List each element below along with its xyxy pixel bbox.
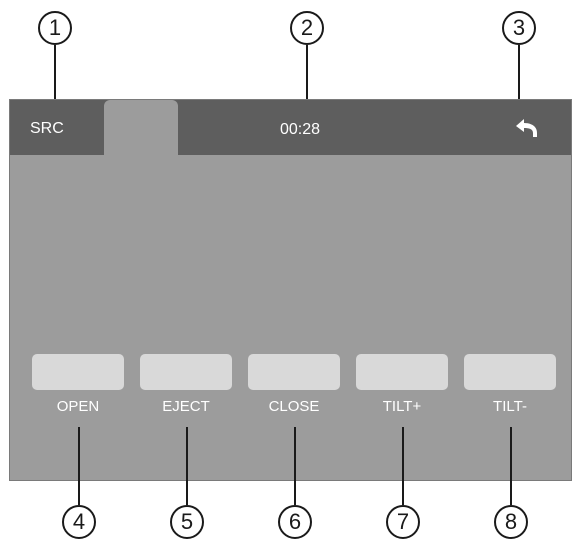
callout-6-leader	[294, 427, 296, 505]
close-button[interactable]	[248, 354, 340, 390]
callout-7: 7	[386, 505, 420, 539]
callout-6: 6	[278, 505, 312, 539]
tilt-minus-label: TILT-	[493, 398, 527, 415]
tilt-plus-label: TILT+	[382, 398, 422, 415]
time-display: 00:28	[280, 121, 321, 138]
back-button[interactable]	[510, 116, 542, 140]
callout-3: 3	[502, 11, 536, 45]
callout-7-leader	[402, 427, 404, 505]
callout-1: 1	[38, 11, 72, 45]
back-arrow-icon	[516, 119, 537, 137]
callout-4-leader	[78, 427, 80, 505]
tilt-minus-button[interactable]	[464, 354, 556, 390]
callout-2-leader	[306, 45, 308, 100]
eject-button[interactable]	[140, 354, 232, 390]
eject-label: EJECT	[162, 398, 210, 415]
callout-1-leader	[54, 45, 56, 100]
open-label: OPEN	[56, 398, 100, 415]
top-bar: SRC 00:28	[10, 100, 571, 156]
callout-2: 2	[290, 11, 324, 45]
callout-4: 4	[62, 505, 96, 539]
close-label: CLOSE	[268, 398, 320, 415]
callout-5-leader	[186, 427, 188, 505]
player-screen: SRC 00:28 OPEN EJECT CLOSE TILT+ TILT-	[9, 99, 572, 481]
callout-8-leader	[510, 427, 512, 505]
open-button[interactable]	[32, 354, 124, 390]
active-tab[interactable]	[104, 100, 178, 156]
source-button[interactable]: SRC	[30, 120, 64, 138]
callout-3-leader	[518, 45, 520, 100]
tilt-plus-button[interactable]	[356, 354, 448, 390]
callout-5: 5	[170, 505, 204, 539]
callout-8: 8	[494, 505, 528, 539]
